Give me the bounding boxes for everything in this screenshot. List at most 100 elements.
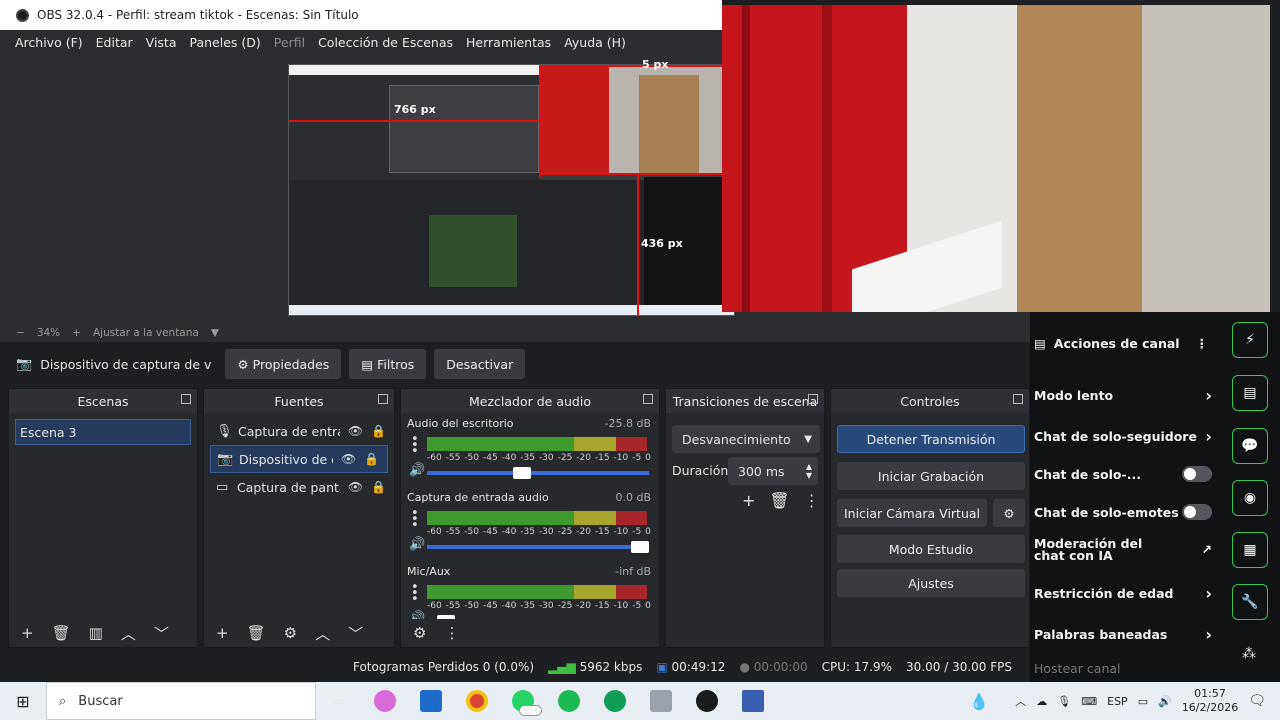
scene-item[interactable]: Escena 3 — [15, 419, 191, 445]
banned-words-item[interactable]: Palabras baneadas › — [1034, 625, 1212, 644]
volume-slider-knob[interactable] — [512, 467, 531, 479]
source-item[interactable]: 🎙 Captura de entrad 👁 🔒 — [204, 417, 394, 445]
undock-icon[interactable] — [378, 394, 388, 404]
more-icon[interactable]: ⋮ — [444, 624, 459, 642]
sub-only-toggle[interactable] — [1182, 466, 1212, 482]
eye-icon[interactable]: 👁 — [348, 424, 363, 438]
chrome-profile-icon[interactable] — [592, 682, 638, 720]
trash-icon[interactable]: 🗑 — [769, 491, 789, 510]
notes-icon[interactable]: ▤ — [1232, 375, 1268, 411]
settings-button[interactable]: Ajustes — [837, 569, 1025, 597]
speaker-icon[interactable]: 🔊 — [409, 463, 425, 478]
speaker-icon[interactable]: 🔊 — [409, 537, 425, 552]
virtual-camera-button[interactable]: Iniciar Cámara Virtual — [837, 499, 987, 527]
more-icon[interactable]: ⋮ — [804, 491, 820, 510]
whatsapp-icon[interactable]: 99+ — [500, 682, 546, 720]
outlook-icon[interactable] — [408, 682, 454, 720]
emotes-only-toggle[interactable] — [1182, 504, 1212, 520]
host-channel-item[interactable]: Hostear canal — [1034, 661, 1212, 676]
lock-icon[interactable]: 🔒 — [371, 424, 386, 438]
move-up-icon[interactable]: ︿ — [121, 623, 136, 644]
menu-coleccion-escenas[interactable]: Colección de Escenas — [318, 35, 453, 50]
volume-slider[interactable] — [427, 541, 649, 553]
obs-icon[interactable] — [684, 682, 730, 720]
cloud-icon[interactable]: ☁ — [1036, 695, 1047, 708]
windows-start-icon[interactable]: ⊞ — [0, 682, 46, 720]
channel-menu-icon[interactable]: • • • — [411, 507, 419, 532]
virtual-camera-settings-button[interactable]: ⚙ — [993, 499, 1025, 527]
network-icon[interactable]: ▭ — [1138, 695, 1148, 708]
menu-archivo[interactable]: Archivo (F) — [15, 35, 83, 50]
share-icon[interactable]: ⁂ — [1242, 646, 1256, 662]
chevron-up-icon[interactable]: ︿ — [1015, 693, 1026, 709]
volume-slider[interactable] — [427, 467, 649, 479]
duration-spinbox[interactable]: 300 ms ▲ ▼ — [728, 457, 818, 485]
more-icon[interactable]: ⋮ — [1196, 336, 1209, 351]
clock[interactable]: 01:57 16/2/2026 — [1182, 687, 1238, 715]
tiktok-studio-icon[interactable] — [730, 682, 776, 720]
volume-icon[interactable]: 🔊 — [1158, 695, 1172, 708]
menu-herramientas[interactable]: Herramientas — [466, 35, 551, 50]
trash-icon[interactable]: 🗑 — [52, 624, 71, 642]
wrench-icon[interactable]: 🔧 — [1232, 584, 1268, 620]
language-indicator[interactable]: ESP — [1107, 695, 1128, 708]
screen-capture-source[interactable]: 766 px 436 px — [288, 64, 735, 316]
start-recording-button[interactable]: Iniciar Grabación — [837, 462, 1025, 490]
eye-icon[interactable]: 👁 — [341, 452, 356, 466]
fit-to-window-button[interactable]: Ajustar a la ventana — [93, 327, 199, 339]
age-restriction-item[interactable]: Restricción de edad › — [1034, 584, 1212, 603]
filter-icon[interactable]: ▥ — [89, 624, 103, 642]
channel-menu-icon[interactable]: • • • — [411, 581, 419, 606]
add-icon[interactable]: + — [742, 491, 755, 510]
chat-icon[interactable]: 💬 — [1232, 428, 1268, 464]
menu-vista[interactable]: Vista — [146, 35, 177, 50]
studio-mode-button[interactable]: Modo Estudio — [837, 535, 1025, 563]
chevron-down-icon[interactable]: ▼ — [211, 327, 219, 339]
notifications-icon[interactable]: 🗨 — [1248, 693, 1266, 709]
spin-arrows-icon[interactable]: ▲ ▼ — [806, 462, 812, 480]
app-icon[interactable] — [638, 682, 684, 720]
advanced-audio-icon[interactable]: ⚙ — [413, 624, 426, 642]
menu-editar[interactable]: Editar — [96, 35, 133, 50]
keyboard-icon[interactable]: ⌨ — [1081, 695, 1097, 708]
task-view-icon[interactable]: ▭ — [316, 682, 362, 720]
channel-menu-icon[interactable]: • • • — [411, 433, 419, 458]
camera-capture-source[interactable] — [722, 5, 1270, 312]
zoom-in-button[interactable]: + — [72, 327, 81, 339]
trash-icon[interactable]: 🗑 — [247, 624, 266, 642]
lock-icon[interactable]: 🔒 — [364, 452, 379, 466]
stop-stream-button[interactable]: Detener Transmisión — [837, 425, 1025, 453]
filters-button[interactable]: ▤ Filtros — [349, 349, 427, 379]
layout-icon[interactable]: ▦ — [1232, 532, 1268, 568]
chrome-icon[interactable] — [454, 682, 500, 720]
undock-icon[interactable] — [808, 394, 818, 404]
eye-icon[interactable]: 👁 — [348, 480, 363, 494]
add-icon[interactable]: + — [216, 624, 229, 642]
menu-paneles[interactable]: Paneles (D) — [190, 35, 261, 50]
undock-icon[interactable] — [1013, 394, 1023, 404]
lightning-icon[interactable]: ⚡ — [1232, 322, 1268, 358]
move-down-icon[interactable]: ﹀ — [154, 623, 169, 644]
deactivate-button[interactable]: Desactivar — [434, 349, 526, 379]
volume-slider-knob[interactable] — [631, 541, 649, 553]
source-item[interactable]: ▭ Captura de pantall 👁 🔒 — [204, 473, 394, 501]
taskbar-search[interactable]: ⌕ Buscar — [46, 682, 316, 720]
broadcast-icon[interactable]: ◉ — [1232, 480, 1268, 516]
undock-icon[interactable] — [181, 394, 191, 404]
properties-button[interactable]: ⚙ Propiedades — [225, 349, 342, 379]
menu-ayuda[interactable]: Ayuda (H) — [564, 35, 626, 50]
gear-icon[interactable]: ⚙ — [284, 624, 297, 642]
lock-icon[interactable]: 🔒 — [371, 480, 386, 494]
menu-perfil[interactable]: Perfil — [274, 35, 305, 50]
followers-only-item[interactable]: Chat de solo-seguidore › — [1034, 427, 1212, 446]
slow-mode-item[interactable]: Modo lento › — [1034, 386, 1212, 405]
move-up-icon[interactable]: ︿ — [315, 623, 330, 644]
source-item-selected[interactable]: 📷 Dispositivo de capt 👁 🔒 — [210, 445, 388, 473]
spotify-icon[interactable] — [546, 682, 592, 720]
transition-select[interactable]: Desvanecimiento ▼ — [672, 425, 820, 453]
move-down-icon[interactable]: ﹀ — [348, 623, 363, 644]
zoom-out-button[interactable]: − — [16, 327, 25, 339]
undock-icon[interactable] — [643, 394, 653, 404]
add-icon[interactable]: + — [21, 624, 34, 642]
droplet-icon[interactable]: 💧 — [969, 692, 989, 711]
